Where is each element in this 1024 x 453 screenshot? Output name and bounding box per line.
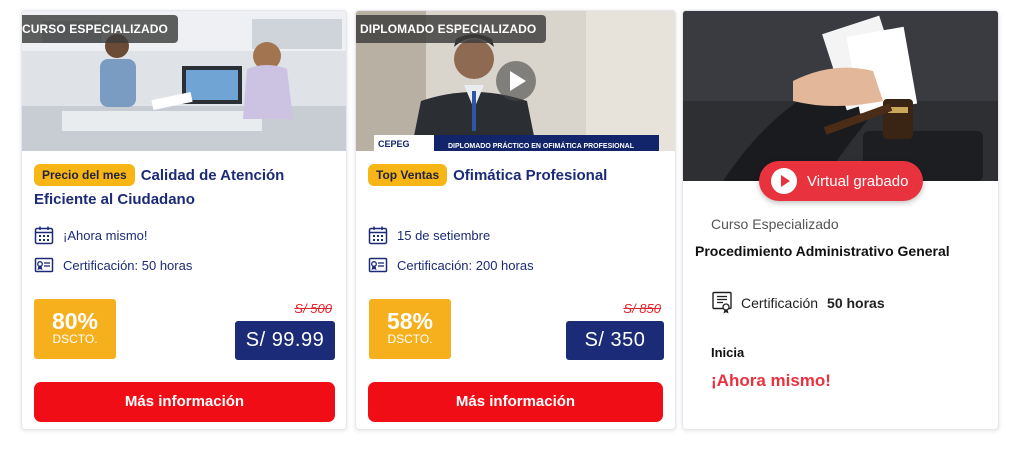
course-card[interactable]: Virtual grabado Curso Especializado Proc… bbox=[682, 10, 999, 430]
certificate-icon bbox=[368, 257, 388, 273]
more-info-button[interactable]: Más información bbox=[34, 382, 335, 422]
video-caption: DIPLOMADO PRÁCTICO EN OFIMÁTICA PROFESIO… bbox=[448, 141, 635, 150]
calendar-icon bbox=[368, 226, 388, 245]
certification-label: Certificación bbox=[741, 295, 819, 311]
course-title[interactable]: Procedimiento Administrativo General bbox=[695, 243, 950, 259]
course-card[interactable]: CEPEG DIPLOMADO PRÁCTICO EN OFIMÁTICA PR… bbox=[355, 10, 676, 430]
discount-badge: 80% DSCTO. bbox=[34, 299, 116, 359]
certification-row: Certificación 50 horas bbox=[711, 291, 885, 315]
certificate-icon bbox=[34, 257, 54, 273]
promo-badge: Precio del mes bbox=[34, 164, 135, 186]
original-price: S/ 500 bbox=[294, 301, 332, 316]
current-price: S/ 99.99 bbox=[235, 321, 335, 360]
discount-badge: 58% DSCTO. bbox=[369, 299, 451, 359]
course-title-row[interactable]: Top Ventas Ofimática Profesional bbox=[368, 164, 661, 188]
more-info-button[interactable]: Más información bbox=[368, 382, 663, 422]
start-date: 15 de setiembre bbox=[397, 227, 491, 243]
gavel-photo bbox=[683, 11, 998, 181]
course-title[interactable]: Ofimática Profesional bbox=[453, 167, 607, 184]
discount-label: DSCTO. bbox=[52, 332, 98, 346]
course-card[interactable]: CURSO ESPECIALIZADO Precio del mes Calida… bbox=[21, 10, 347, 430]
certification-row: Certificación: 50 horas bbox=[34, 256, 192, 274]
starts-value: ¡Ahora mismo! bbox=[711, 371, 831, 390]
certification-hours: Certificación: 200 horas bbox=[397, 257, 534, 273]
course-thumbnail[interactable]: CEPEG DIPLOMADO PRÁCTICO EN OFIMÁTICA PR… bbox=[356, 11, 675, 151]
discount-percent: 80% bbox=[51, 308, 99, 334]
virtual-recorded-button[interactable]: Virtual grabado bbox=[759, 161, 923, 201]
mode-label: Virtual grabado bbox=[807, 172, 909, 190]
start-date-row: ¡Ahora mismo! bbox=[34, 225, 148, 245]
start-date-row: 15 de setiembre bbox=[368, 225, 490, 245]
play-icon bbox=[771, 168, 797, 194]
original-price: S/ 850 bbox=[623, 301, 661, 316]
course-thumbnail[interactable]: CURSO ESPECIALIZADO bbox=[22, 11, 346, 151]
discount-label: DSCTO. bbox=[387, 332, 433, 346]
video-logo: CEPEG bbox=[378, 139, 410, 149]
current-price: S/ 350 bbox=[566, 321, 664, 360]
certification-hours: Certificación: 50 horas bbox=[63, 257, 193, 273]
course-type-tag: DIPLOMADO ESPECIALIZADO bbox=[356, 15, 547, 43]
discount-percent: 58% bbox=[386, 308, 434, 334]
start-date: ¡Ahora mismo! bbox=[63, 227, 148, 243]
course-type-tag: CURSO ESPECIALIZADO bbox=[22, 15, 178, 43]
certification-hours: 50 horas bbox=[827, 295, 885, 311]
calendar-icon bbox=[34, 226, 54, 245]
certificate-doc-icon bbox=[712, 291, 732, 314]
course-thumbnail[interactable] bbox=[683, 11, 998, 181]
course-title-row[interactable]: Precio del mes Calidad de Atención Eficie… bbox=[34, 164, 332, 212]
promo-badge: Top Ventas bbox=[368, 164, 448, 186]
starts-label: Inicia bbox=[711, 345, 745, 360]
course-type: Curso Especializado bbox=[711, 216, 839, 232]
certification-row: Certificación: 200 horas bbox=[368, 256, 534, 274]
